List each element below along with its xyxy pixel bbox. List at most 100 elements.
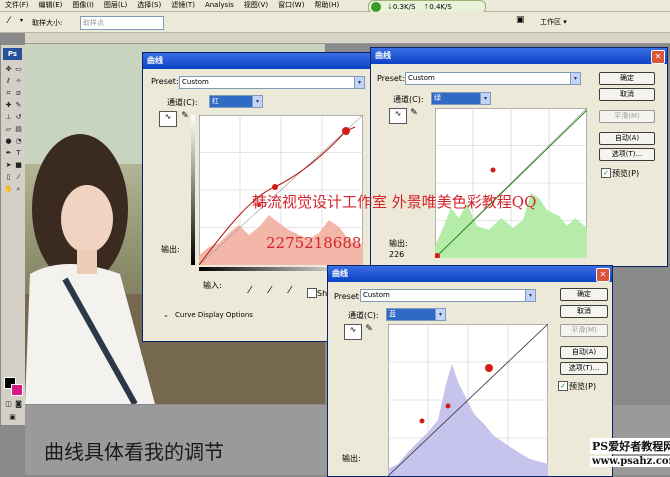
healing-tool-icon[interactable]: ✚ [4,101,13,110]
preset-label: Preset: [151,77,179,86]
smooth-button[interactable]: 平滑(M) [599,110,655,123]
path-select-tool-icon[interactable]: ➤ [4,161,13,170]
blur-tool-icon[interactable]: ● [4,137,13,146]
expand-chevron-icon[interactable]: ⌄ [163,311,169,319]
auto-button[interactable]: 自动(A) [560,346,608,359]
pencil-tool-icon[interactable]: ✎ [362,324,376,338]
menu-window[interactable]: 窗口(W) [273,0,309,11]
curve-point-tool-icon[interactable]: ∿ [159,111,177,127]
curves-dialog-blue: 曲线 ✕ Preset: Custom ▾ 通道(C): 蓝 ▾ ∿ ✎ 输出:… [327,265,613,477]
menu-filter[interactable]: 滤镜(T) [166,0,200,11]
smooth-button[interactable]: 平滑(M) [560,324,608,337]
ok-button[interactable]: 确定 [560,288,608,301]
preview-checkbox[interactable]: ✓ [558,381,568,391]
preview-checkbox[interactable]: ✓ [601,168,611,178]
lasso-tool-icon[interactable]: ℓ [4,77,13,86]
studio-overlay-text: 韩流视觉设计工作室 外景唯美色彩教程QQ [252,193,537,211]
channel-value: 蓝 [389,310,396,318]
quick-mask-icon[interactable]: ◫ [4,400,13,409]
channel-select[interactable]: 蓝 ▾ [386,308,446,321]
dialog-title: 曲线 [143,53,371,69]
eyedropper-tool-icon[interactable]: ⁄ [8,16,10,26]
preset-select[interactable]: Custom ▾ [405,72,581,85]
tool-preset-chevron-icon[interactable]: ▾ [20,17,23,24]
background-color-swatch[interactable] [11,384,23,396]
preset-label: Preset: [377,74,405,83]
close-icon[interactable]: ✕ [596,268,610,282]
magic-wand-tool-icon[interactable]: ✧ [14,77,23,86]
menu-file[interactable]: 文件(F) [0,0,34,11]
channel-select[interactable]: 绿 ▾ [431,92,491,105]
show-clipping-checkbox[interactable] [307,288,317,298]
menu-edit[interactable]: 编辑(E) [34,0,68,11]
dodge-tool-icon[interactable]: ◔ [14,137,23,146]
sample-size-value: 取样点 [83,19,104,27]
menu-image[interactable]: 图像(I) [67,0,99,11]
eyedropper-icon[interactable]: ⁄ [14,173,23,182]
preset-select[interactable]: Custom ▾ [360,289,536,302]
sample-size-select[interactable]: 取样点 [80,16,164,30]
dialog-title: 曲线 [371,48,667,64]
type-tool-icon[interactable]: T [14,149,23,158]
options-button[interactable]: 选项(T)... [560,362,608,375]
auto-button[interactable]: 自动(A) [599,132,655,145]
curve-graph[interactable] [435,108,587,258]
menu-view[interactable]: 视图(V) [239,0,273,11]
pencil-tool-icon[interactable]: ✎ [407,108,421,122]
toolbox: Ps ✥ ▭ ℓ ✧ ⌗ ⧄ ✚ ✎ ⊥ ↺ ▱ ▤ ● ◔ ✒ T ➤ ■ ▯… [0,44,26,426]
close-icon[interactable]: ✕ [651,50,665,64]
pencil-tool-icon[interactable]: ✎ [178,111,192,125]
chevron-down-icon: ▾ [354,77,364,88]
curve-graph[interactable] [388,324,548,476]
notes-tool-icon[interactable]: ▯ [4,173,13,182]
brush-tool-icon[interactable]: ✎ [14,101,23,110]
preset-value: Custom [363,291,390,299]
menu-analysis[interactable]: Analysis [200,0,239,11]
quick-mask-mode-icon[interactable]: ◙ [14,400,23,409]
workspace-menu[interactable]: 工作区 ▾ [540,17,567,27]
ps-logo: Ps [3,48,22,60]
options-button[interactable]: 选项(T)... [599,148,655,161]
curves-dialog-green: 曲线 ✕ Preset: Custom ▾ 通道(C): 绿 ▾ ∿ ✎ 输出:… [370,47,668,267]
output-label: 输出: [342,454,361,463]
preset-select[interactable]: Custom ▾ [179,76,365,89]
eraser-tool-icon[interactable]: ▱ [4,125,13,134]
marquee-tool-icon[interactable]: ▭ [14,65,23,74]
qq-overlay-text: 2275218688 [266,234,362,252]
history-brush-tool-icon[interactable]: ↺ [14,113,23,122]
screen-mode-icon[interactable]: ▣ [8,413,17,422]
cancel-button[interactable]: 取消 [560,305,608,318]
gradient-tool-icon[interactable]: ▤ [14,125,23,134]
cancel-button[interactable]: 取消 [599,88,655,101]
input-label: 输入: [203,281,222,290]
ruler [25,33,670,44]
crop-tool-icon[interactable]: ⌗ [4,89,13,98]
menu-help[interactable]: 帮助(H) [309,0,344,11]
channel-value: 红 [212,97,219,105]
watermark-url: www.psahz.com [590,456,670,467]
shape-tool-icon[interactable]: ■ [14,161,23,170]
pen-tool-icon[interactable]: ✒ [4,149,13,158]
chevron-down-icon: ▾ [435,309,445,320]
channel-value: 绿 [434,94,441,102]
upload-speed: 0.4K/S [429,3,452,11]
ok-button[interactable]: 确定 [599,72,655,85]
channel-select[interactable]: 红 ▾ [209,95,263,108]
curve-point-tool-icon[interactable]: ∿ [344,324,362,340]
move-tool-icon[interactable]: ✥ [4,65,13,74]
slice-tool-icon[interactable]: ⧄ [14,89,23,98]
menu-select[interactable]: 选择(S) [132,0,166,11]
curve-display-options-label[interactable]: Curve Display Options [175,311,253,319]
zoom-tool-icon[interactable]: ⌕ [14,185,23,194]
curve-point-tool-icon[interactable]: ∿ [389,108,407,124]
black-eyedropper-icon[interactable]: ⁄ [249,285,251,296]
white-eyedropper-icon[interactable]: ⁄ [289,285,291,296]
menu-layer[interactable]: 图层(L) [99,0,132,11]
stamp-tool-icon[interactable]: ⊥ [4,113,13,122]
chevron-down-icon: ▾ [480,93,490,104]
hand-tool-icon[interactable]: ✋ [4,185,13,194]
preset-label: Preset: [334,292,362,301]
dialog-title: 曲线 [328,266,612,282]
gray-eyedropper-icon[interactable]: ⁄ [269,285,271,296]
workspace-icon[interactable]: ▣ [516,15,525,25]
